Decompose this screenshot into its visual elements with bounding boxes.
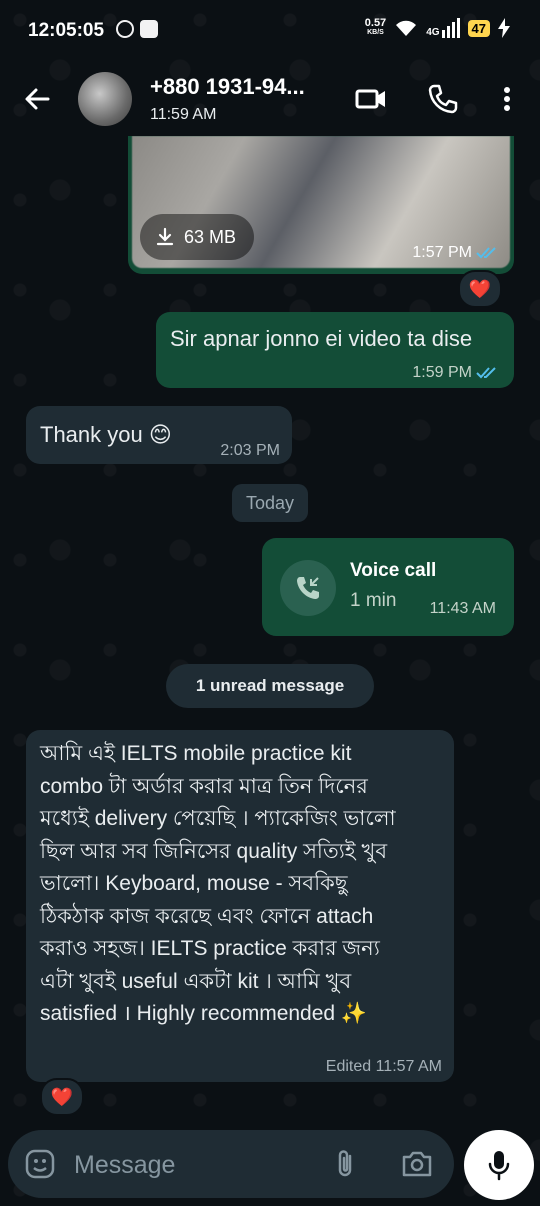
message-time: 1:59 PM <box>412 364 472 381</box>
sticker-icon[interactable] <box>24 1148 56 1180</box>
date-divider: Today <box>232 484 308 522</box>
microphone-icon <box>488 1151 510 1181</box>
message-input[interactable] <box>72 1144 316 1186</box>
signal-icon: 4G <box>426 18 460 38</box>
voice-call-icon[interactable] <box>426 82 460 116</box>
heart-reaction: ❤️ <box>50 1086 74 1107</box>
more-options-icon[interactable] <box>490 82 524 116</box>
status-time: 12:05:05 <box>28 20 105 41</box>
outgoing-message[interactable]: Sir apnar jonno ei video ta dise 1:59 PM <box>156 312 514 388</box>
charging-icon <box>498 18 510 38</box>
contact-name[interactable]: +880 1931-94... <box>150 74 305 100</box>
message-time: 2:03 PM <box>220 442 280 459</box>
message-meta: Edited 11:57 AM <box>325 1058 442 1075</box>
incoming-message[interactable]: আমি এই IELTS mobile practice kit combo ট… <box>26 730 454 1082</box>
message-text: আমি এই IELTS mobile practice kit combo ট… <box>40 742 396 1025</box>
voice-call-message[interactable]: Voice call 1 min 11:43 AM <box>262 538 514 636</box>
incoming-message[interactable]: Thank you 😊 2:03 PM <box>26 406 292 464</box>
camera-icon[interactable] <box>400 1148 434 1180</box>
video-message[interactable]: 63 MB 1:57 PM <box>128 136 514 274</box>
net-speed: 0.57 KB/S <box>364 17 387 37</box>
unread-divider: 1 unread message <box>166 664 374 708</box>
battery-level: 47 <box>467 19 490 37</box>
youtube-notification-icon <box>140 20 158 38</box>
whatsapp-notification-icon <box>116 20 134 38</box>
read-ticks-icon <box>476 247 496 259</box>
call-duration: 1 min <box>350 590 397 611</box>
contact-last-seen: 11:59 AM <box>150 106 217 123</box>
message-time: 1:57 PM <box>412 244 472 261</box>
attach-icon[interactable] <box>332 1148 358 1180</box>
back-arrow-icon[interactable] <box>20 82 54 116</box>
incoming-call-icon <box>297 577 319 599</box>
video-call-icon[interactable] <box>354 82 388 116</box>
video-size: 63 MB <box>184 226 237 247</box>
message-time: 11:43 AM <box>429 600 496 617</box>
heart-reaction: ❤️ <box>468 278 492 299</box>
reaction-badge[interactable]: ❤️ <box>458 270 502 308</box>
message-text: Thank you 😊 <box>40 422 172 447</box>
read-ticks-icon <box>476 367 496 379</box>
download-icon <box>156 227 174 246</box>
message-text: Sir apnar jonno ei video ta dise <box>170 326 473 351</box>
chat-header: +880 1931-94... 11:59 AM <box>0 64 540 136</box>
status-bar: 12:05:05 0.57 KB/S 4G 47 <box>0 0 540 60</box>
voice-record-button[interactable] <box>464 1130 534 1200</box>
wifi-icon <box>396 20 417 36</box>
message-composer <box>8 1130 454 1198</box>
download-button[interactable]: 63 MB <box>140 214 255 260</box>
reaction-badge[interactable]: ❤️ <box>40 1078 84 1116</box>
contact-avatar[interactable] <box>78 72 132 126</box>
call-title: Voice call <box>350 560 437 581</box>
